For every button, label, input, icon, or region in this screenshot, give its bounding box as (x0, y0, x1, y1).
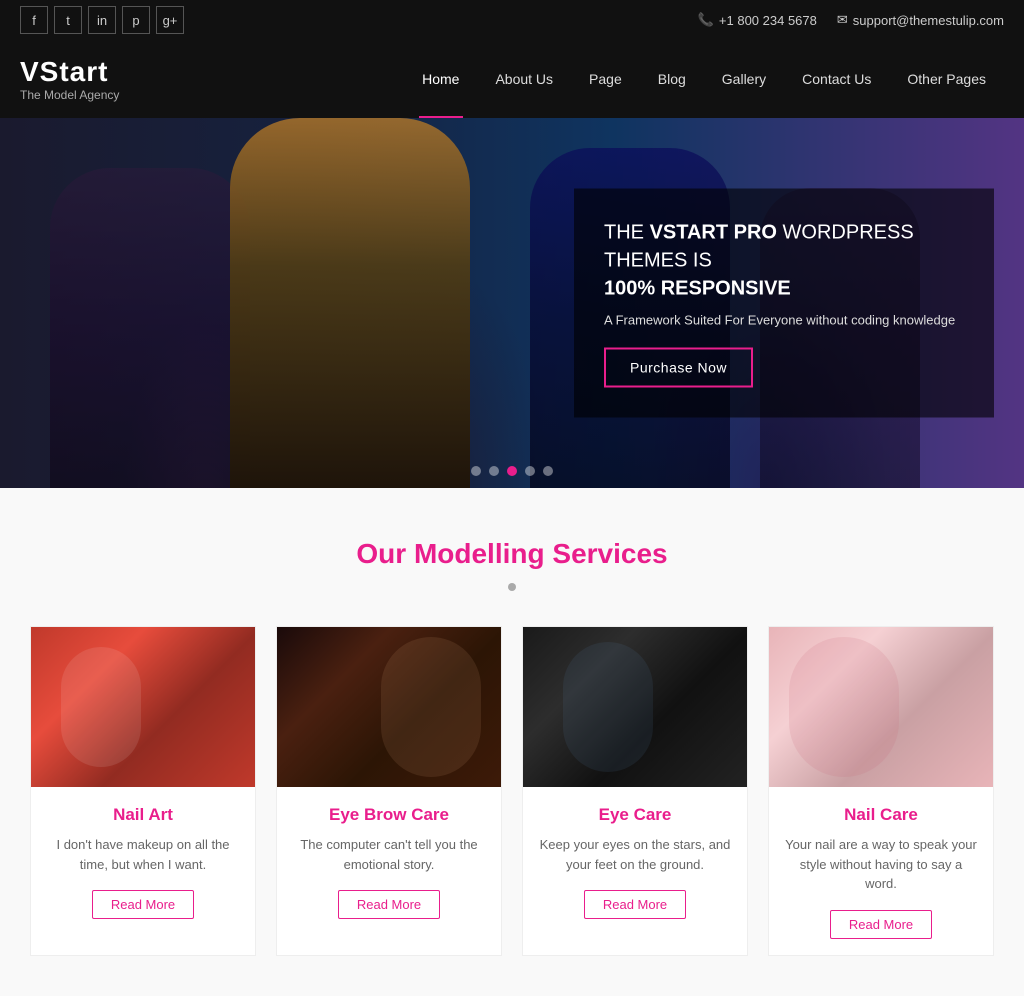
section-divider (30, 578, 994, 596)
section-title-colored: Services (552, 538, 667, 569)
slider-dots (471, 466, 553, 476)
read-more-nail-care[interactable]: Read More (830, 910, 932, 939)
logo-subtitle: The Model Agency (20, 88, 119, 102)
section-divider-dot (508, 583, 516, 591)
services-cards-grid: Nail Art I don't have makeup on all the … (30, 626, 994, 956)
hero-text-box: THE VSTART PRO WORDPRESS THEMES IS 100% … (574, 189, 994, 418)
phone-icon: 📞 (698, 12, 714, 28)
card-body-eyebrow-care: Eye Brow Care The computer can't tell yo… (277, 787, 501, 935)
card-body-eye-care: Eye Care Keep your eyes on the stars, an… (523, 787, 747, 935)
hero-subtext: A Framework Suited For Everyone without … (604, 313, 964, 328)
card-eyebrow-care: Eye Brow Care The computer can't tell yo… (276, 626, 502, 956)
read-more-eye-care[interactable]: Read More (584, 890, 686, 919)
phone-contact: 📞 +1 800 234 5678 (698, 12, 817, 28)
phone-number: +1 800 234 5678 (719, 13, 817, 28)
purchase-now-button[interactable]: Purchase Now (604, 348, 753, 388)
slider-dot-2[interactable] (489, 466, 499, 476)
card-desc-eye-care: Keep your eyes on the stars, and your fe… (539, 835, 731, 874)
read-more-nail-art[interactable]: Read More (92, 890, 194, 919)
nav-about-us[interactable]: About Us (477, 40, 571, 118)
pinterest-icon[interactable]: p (122, 6, 150, 34)
nav-other-pages[interactable]: Other Pages (889, 40, 1004, 118)
hero-heading: THE VSTART PRO WORDPRESS THEMES IS 100% … (604, 219, 964, 303)
nav-page[interactable]: Page (571, 40, 640, 118)
email-contact: ✉ support@themestulip.com (837, 12, 1004, 28)
nav-blog[interactable]: Blog (640, 40, 704, 118)
card-title-eye-care: Eye Care (539, 805, 731, 825)
facebook-icon[interactable]: f (20, 6, 48, 34)
hero-section: THE VSTART PRO WORDPRESS THEMES IS 100% … (0, 118, 1024, 488)
model-figure-1 (50, 168, 250, 488)
card-body-nail-art: Nail Art I don't have makeup on all the … (31, 787, 255, 935)
card-body-nail-care: Nail Care Your nail are a way to speak y… (769, 787, 993, 955)
email-address: support@themestulip.com (853, 13, 1004, 28)
contact-info: 📞 +1 800 234 5678 ✉ support@themestulip.… (698, 12, 1004, 28)
nav-gallery[interactable]: Gallery (704, 40, 784, 118)
card-image-nail-care (769, 627, 993, 787)
card-desc-nail-art: I don't have makeup on all the time, but… (47, 835, 239, 874)
section-title: Our Modelling Services (30, 538, 994, 570)
email-icon: ✉ (837, 12, 848, 28)
social-icons-group: f t in p g+ (20, 6, 184, 34)
main-nav: Home About Us Page Blog Gallery Contact … (159, 40, 1004, 118)
card-title-eyebrow-care: Eye Brow Care (293, 805, 485, 825)
top-bar: f t in p g+ 📞 +1 800 234 5678 ✉ support@… (0, 0, 1024, 40)
linkedin-icon[interactable]: in (88, 6, 116, 34)
card-nail-care: Nail Care Your nail are a way to speak y… (768, 626, 994, 956)
card-nail-art: Nail Art I don't have makeup on all the … (30, 626, 256, 956)
logo: VStart The Model Agency (20, 56, 119, 102)
nav-home[interactable]: Home (404, 40, 477, 118)
header: VStart The Model Agency Home About Us Pa… (0, 40, 1024, 118)
card-title-nail-care: Nail Care (785, 805, 977, 825)
slider-dot-3[interactable] (507, 466, 517, 476)
card-image-eyebrow-care (277, 627, 501, 787)
slider-dot-1[interactable] (471, 466, 481, 476)
read-more-eyebrow-care[interactable]: Read More (338, 890, 440, 919)
nav-contact-us[interactable]: Contact Us (784, 40, 889, 118)
google-plus-icon[interactable]: g+ (156, 6, 184, 34)
card-image-nail-art (31, 627, 255, 787)
card-title-nail-art: Nail Art (47, 805, 239, 825)
section-title-plain: Our Modelling (356, 538, 552, 569)
card-eye-care: Eye Care Keep your eyes on the stars, an… (522, 626, 748, 956)
model-figure-2 (230, 118, 470, 488)
card-desc-eyebrow-care: The computer can't tell you the emotiona… (293, 835, 485, 874)
card-image-eye-care (523, 627, 747, 787)
slider-dot-5[interactable] (543, 466, 553, 476)
twitter-icon[interactable]: t (54, 6, 82, 34)
card-desc-nail-care: Your nail are a way to speak your style … (785, 835, 977, 894)
logo-title[interactable]: VStart (20, 56, 119, 88)
services-section: Our Modelling Services Nail Art I don't … (0, 488, 1024, 996)
slider-dot-4[interactable] (525, 466, 535, 476)
